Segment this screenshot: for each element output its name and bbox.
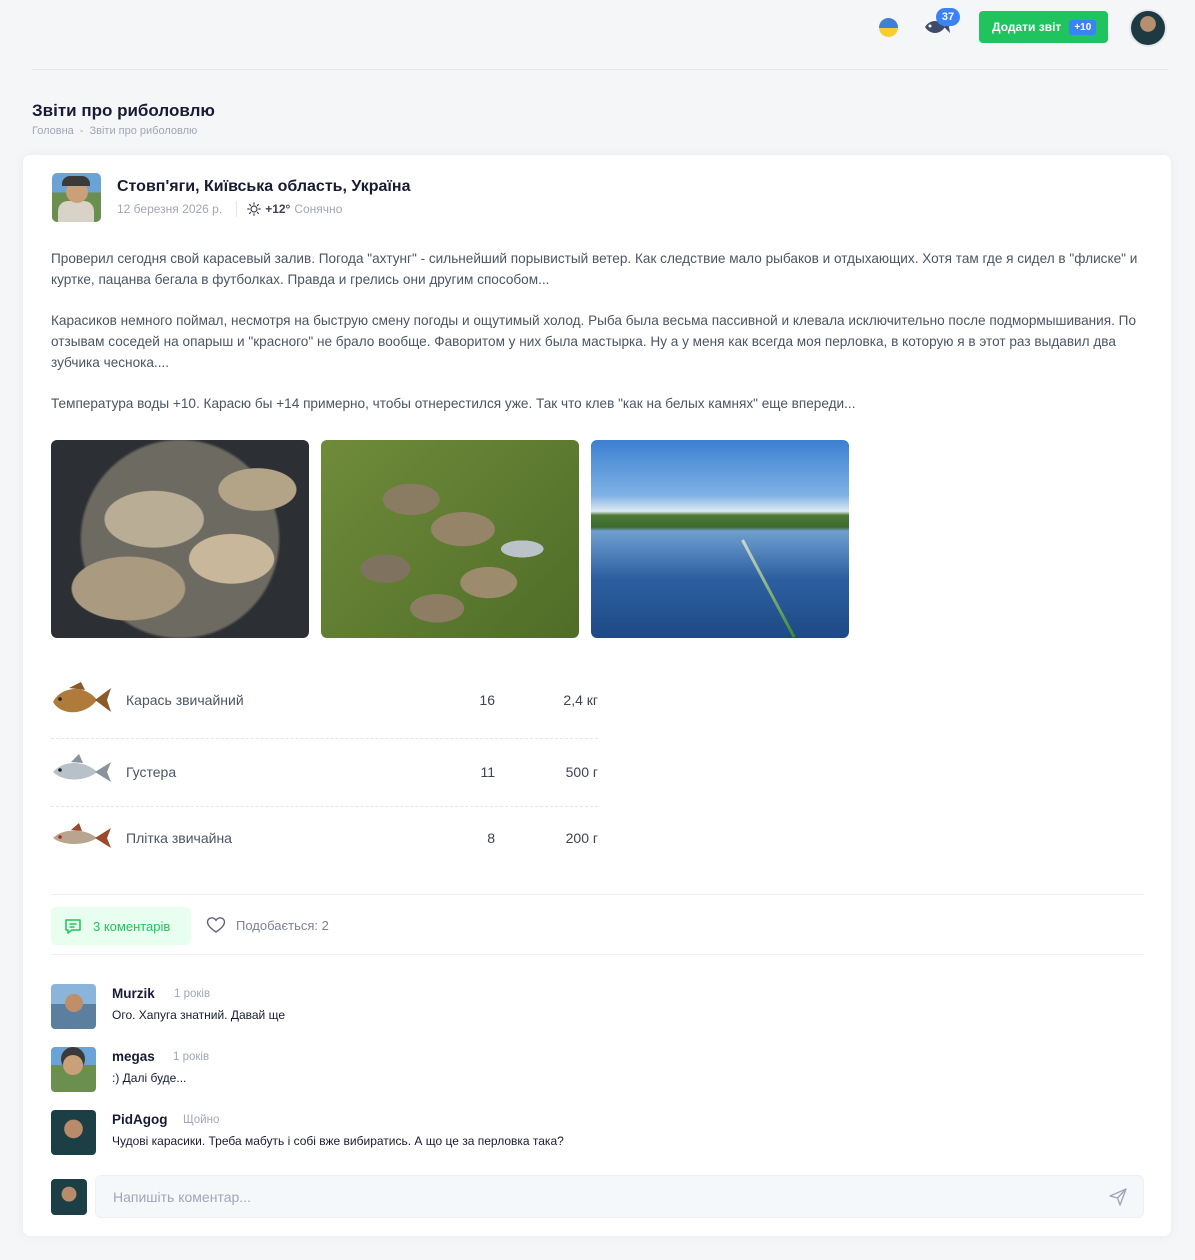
breadcrumb: Головна - Звіти про риболовлю: [32, 125, 197, 137]
comment-text: Ого. Хапуга знатний. Давай ще: [112, 1008, 285, 1022]
fish-weight: 200 г: [565, 830, 598, 846]
roach-icon: [53, 823, 111, 848]
comment-text: :) Далі буде...: [112, 1071, 187, 1085]
comments-toggle-button[interactable]: 3 коментарів: [51, 907, 191, 945]
ukraine-flag-icon[interactable]: [879, 18, 898, 37]
crucian-carp-icon: [53, 682, 111, 713]
commenter-name[interactable]: megas: [112, 1049, 155, 1064]
user-avatar[interactable]: [1129, 9, 1167, 47]
sun-icon: [247, 202, 261, 216]
add-report-bonus-badge: +10: [1069, 19, 1097, 35]
fish-weight: 2,4 кг: [563, 692, 598, 708]
comment-item: megas 1 років :) Далі буде...: [51, 1047, 1144, 1093]
report-meta: 12 березня 2026 р. +12° Сонячно: [117, 201, 342, 217]
top-bar: 37 Додати звіт +10: [0, 0, 1195, 56]
catch-row-crucian: Карась звичайний 16 2,4 кг: [51, 680, 598, 720]
weather-label: Сонячно: [294, 202, 343, 216]
comment-item: Murzik 1 років Ого. Хапуга знатний. Дава…: [51, 984, 1144, 1030]
temperature-value: +12°: [265, 202, 291, 216]
report-paragraph: Температура воды +10. Карасю бы +14 прим…: [51, 396, 856, 411]
comment-time: 1 років: [174, 988, 211, 1000]
heart-icon: [206, 917, 226, 933]
fish-count: 8: [487, 830, 495, 846]
likes-count-label: Подобається: 2: [236, 917, 329, 933]
commenter-name[interactable]: Murzik: [112, 986, 155, 1001]
catch-row-bream: Густера 11 500 г: [51, 752, 598, 792]
row-divider: [51, 806, 598, 807]
report-paragraph: Проверил сегодня свой карасевый залив. П…: [51, 251, 1138, 287]
commenter-avatar[interactable]: [51, 984, 96, 1029]
add-report-label: Додати звіт: [992, 20, 1062, 34]
comment-text: Чудові карасики. Треба мабуть і собі вже…: [112, 1134, 564, 1148]
fish-count-badge: 37: [936, 8, 960, 26]
send-icon[interactable]: [1108, 1187, 1128, 1207]
fish-count: 11: [480, 764, 495, 780]
comment-time: Щойно: [183, 1114, 220, 1126]
commenter-avatar[interactable]: [51, 1110, 96, 1155]
silver-bream-icon: [53, 754, 111, 782]
add-report-button[interactable]: Додати звіт +10: [979, 11, 1108, 43]
breadcrumb-current: Звіти про риболовлю: [89, 125, 198, 137]
fish-count: 16: [479, 692, 495, 708]
comment-icon: [65, 919, 81, 934]
report-location-title[interactable]: Стовп'яги, Київська область, Україна: [117, 178, 410, 196]
breadcrumb-home-link[interactable]: Головна: [32, 125, 74, 137]
fish-name: Густера: [126, 764, 177, 780]
fish-weight: 500 г: [565, 764, 598, 780]
breadcrumb-separator: -: [79, 125, 84, 137]
report-date: 12 березня 2026 р.: [117, 202, 223, 216]
commenter-name[interactable]: PidAgog: [112, 1112, 168, 1127]
fish-on-grass-photo[interactable]: [321, 440, 579, 638]
header-divider: [32, 69, 1168, 70]
like-button[interactable]: Подобається: 2: [206, 916, 329, 934]
meta-divider: [236, 201, 238, 217]
report-paragraph: Карасиков немного поймал, несмотря на бы…: [51, 313, 1137, 370]
commenter-avatar[interactable]: [51, 1047, 96, 1092]
report-text: Проверил сегодня свой карасевый залив. П…: [51, 248, 1146, 434]
author-avatar[interactable]: [52, 173, 101, 222]
comments-count-label: 3 коментарів: [93, 918, 171, 934]
row-divider: [51, 738, 598, 739]
fish-name: Карась звичайний: [126, 692, 244, 708]
actions-divider-bottom: [51, 954, 1144, 955]
fish-name: Плітка звичайна: [126, 830, 232, 846]
catch-row-roach: Плітка звичайна 8 200 г: [51, 818, 598, 858]
current-user-avatar: [51, 1179, 87, 1215]
comment-time: 1 років: [173, 1051, 210, 1063]
lake-photo[interactable]: [591, 440, 849, 638]
catch-in-net-photo[interactable]: [51, 440, 309, 638]
page-title: Звіти про риболовлю: [32, 101, 215, 120]
comment-input[interactable]: [95, 1175, 1144, 1218]
comment-item: PidAgog Щойно Чудові карасики. Треба маб…: [51, 1110, 1144, 1156]
actions-divider-top: [51, 894, 1144, 895]
